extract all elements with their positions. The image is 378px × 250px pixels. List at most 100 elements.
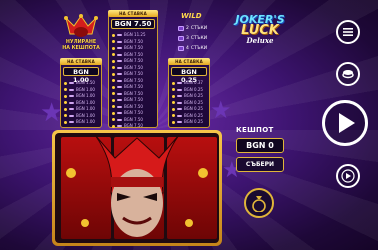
paytable-row: BGN 7.50 xyxy=(112,46,154,50)
jackpot-reset-emblem xyxy=(62,14,100,40)
coin-icon xyxy=(64,94,67,98)
quick-spin-button[interactable] xyxy=(336,164,360,188)
wild-label: СТЪКИ xyxy=(190,46,208,51)
paytable-row: BGN 1.00 xyxy=(64,120,98,124)
paytable-value: BGN 7.50 xyxy=(124,116,143,122)
paytable-value: BGN 11.25 xyxy=(124,32,146,37)
paytable-row: BGN 0.25 xyxy=(172,112,206,118)
paytable-value: BGN 7.50 xyxy=(124,38,143,44)
paytable-value: BGN 7.50 xyxy=(124,97,143,102)
bet-label: НА СТАВКА xyxy=(168,58,210,65)
paytable-value: BGN 0.25 xyxy=(184,93,203,98)
coin-icon xyxy=(112,33,115,37)
coin-icon xyxy=(172,107,175,111)
jackpot-value: BGN 0 xyxy=(236,138,284,153)
paytable-value: BGN 0.25 xyxy=(184,99,203,105)
paytable-row: BGN 7.50 xyxy=(112,111,154,115)
symbol-marker xyxy=(117,73,122,75)
star-decoration: ★ xyxy=(210,96,232,124)
symbol-marker xyxy=(177,88,182,91)
paytable-row: BGN 1.00 xyxy=(64,99,98,105)
coin-icon xyxy=(112,79,115,82)
paytable-value: BGN 1.00 xyxy=(76,106,95,111)
paytable-value: BGN 1.00 xyxy=(76,86,95,92)
paytable-row: BGN 0.25 xyxy=(172,86,206,92)
wild-row: 3 СТЪКИ xyxy=(178,36,207,41)
paytable-row: BGN 7.50 xyxy=(112,78,154,83)
symbol-marker xyxy=(117,40,122,43)
coin-icon xyxy=(172,81,175,85)
coin-icon xyxy=(64,81,67,85)
coin-icon xyxy=(112,92,115,95)
wild-label: СТЪКИ xyxy=(190,26,208,31)
play-icon xyxy=(339,113,355,133)
coin-icon xyxy=(112,124,115,128)
paytable-value: BGN 1.00 xyxy=(76,112,95,118)
symbol-marker xyxy=(117,125,122,127)
symbol-marker xyxy=(69,95,74,97)
spin-button[interactable] xyxy=(322,100,368,146)
wild-row: 2 СТЪКИ xyxy=(178,26,207,31)
paytable-value: BGN 0.25 xyxy=(184,112,203,118)
symbol-marker xyxy=(69,114,74,117)
jackpot-title: КЕШПОТ xyxy=(236,126,274,134)
menu-button[interactable] xyxy=(336,20,360,44)
symbol-marker xyxy=(177,121,182,123)
coin-icon xyxy=(172,101,175,104)
paytable-row: BGN 7.50 xyxy=(112,72,154,76)
coin-icon xyxy=(64,120,67,124)
wild-row: 4 СТЪКИ xyxy=(178,46,207,51)
symbol-marker xyxy=(117,79,122,82)
paytable-value: BGN 1.00 xyxy=(76,99,95,105)
coin-icon xyxy=(112,59,115,63)
paytable-value: BGN 7.50 xyxy=(124,64,143,70)
symbol-marker xyxy=(117,92,122,95)
wild-count: 4 xyxy=(186,46,189,51)
reel-frame xyxy=(52,130,222,246)
jester-mask-icon xyxy=(64,14,98,37)
paytable-value: BGN 0.25 xyxy=(184,86,203,92)
money-bag-icon xyxy=(252,196,266,212)
coin-icon xyxy=(112,85,115,89)
paytable-value: BGN 7.50 xyxy=(124,90,143,96)
paytable-row: BGN 1.50 xyxy=(64,81,98,85)
symbol-marker xyxy=(177,82,182,84)
paytable-row: BGN 1.00 xyxy=(64,94,98,98)
symbol-marker xyxy=(177,114,182,117)
paytable-column-center: НА СТАВКА BGN 7.50 BGN 11.25 BGN 7.50 BGN … xyxy=(108,10,158,128)
symbol-marker xyxy=(69,101,74,104)
coin-icon xyxy=(64,114,67,117)
coin-icon xyxy=(112,72,115,76)
bet-label: НА СТАВКА xyxy=(108,10,158,17)
paytable-value: BGN 7.50 xyxy=(124,110,143,115)
paytable-value: BGN 7.50 xyxy=(124,103,143,109)
symbol-marker xyxy=(117,47,122,49)
game-stage: ★ ★ ★ НУЛИРАНЕ НА КЕШПОТА НА СТАВКА BGN … xyxy=(0,0,378,250)
wild-stack-icon xyxy=(178,46,184,51)
coin-icon xyxy=(172,88,175,91)
coin-icon xyxy=(64,107,67,111)
paytable-row: BGN 7.50 xyxy=(112,59,154,63)
paytable-value: BGN 7.50 xyxy=(124,123,143,128)
coin-icon xyxy=(112,118,115,121)
paytable-value: BGN 7.50 xyxy=(124,58,143,63)
money-bag-button[interactable] xyxy=(244,188,274,218)
coin-icon xyxy=(64,101,67,104)
paytable-value: BGN 1.50 xyxy=(76,80,95,85)
autoplay-button[interactable] xyxy=(336,62,360,86)
paytable-value: BGN 0.37 xyxy=(184,80,203,85)
paytable-row: BGN 7.50 xyxy=(112,103,154,109)
symbol-marker xyxy=(117,118,122,121)
wild-title: WILD xyxy=(181,12,202,20)
paytable-row: BGN 0.25 xyxy=(172,94,206,98)
paytable-column-left: НА СТАВКА BGN 1.00 BGN 1.50 BGN 1.00 BGN 1… xyxy=(60,58,102,128)
paytable-row: BGN 11.25 xyxy=(112,33,154,37)
coin-icon xyxy=(172,114,175,117)
reel-window[interactable] xyxy=(55,133,219,243)
symbol-marker xyxy=(69,121,74,123)
collect-button[interactable]: СЪБЕРИ xyxy=(236,157,284,172)
coin-icon xyxy=(64,88,67,91)
symbol-marker xyxy=(177,95,182,97)
hamburger-menu-icon xyxy=(343,28,353,36)
paytable-row: BGN 7.50 xyxy=(112,98,154,102)
